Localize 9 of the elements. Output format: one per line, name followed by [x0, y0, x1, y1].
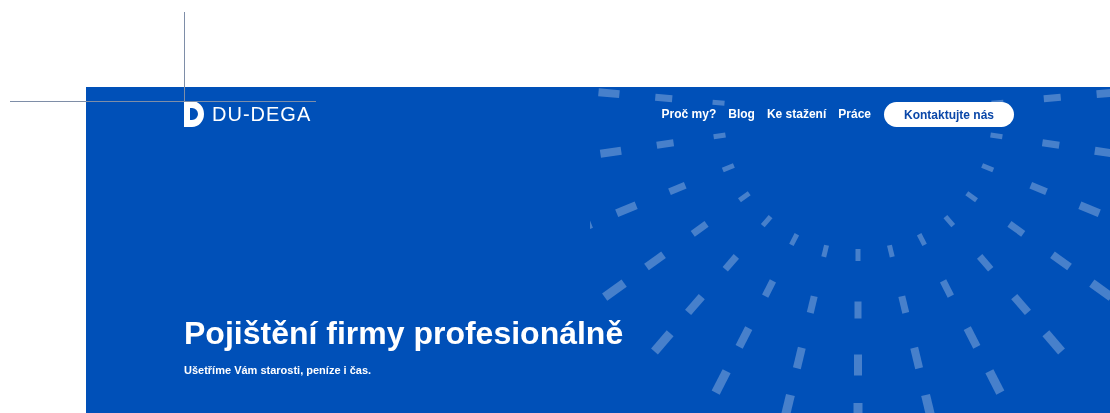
logo-text: DU-DEGA	[212, 102, 312, 126]
logo-icon	[184, 101, 204, 127]
hero-title: Pojištění firmy profesionálně	[184, 315, 625, 352]
hero-subtitle: Ušetříme Vám starosti, peníze i čas.	[184, 364, 373, 376]
nav-link[interactable]: Ke stažení	[766, 107, 827, 121]
nav-link[interactable]: Proč my?	[661, 107, 717, 121]
nav-link[interactable]: Práce	[838, 107, 871, 121]
nav-link[interactable]: Blog	[728, 107, 755, 121]
contact-button[interactable]: Kontaktujte nás	[884, 101, 1014, 127]
